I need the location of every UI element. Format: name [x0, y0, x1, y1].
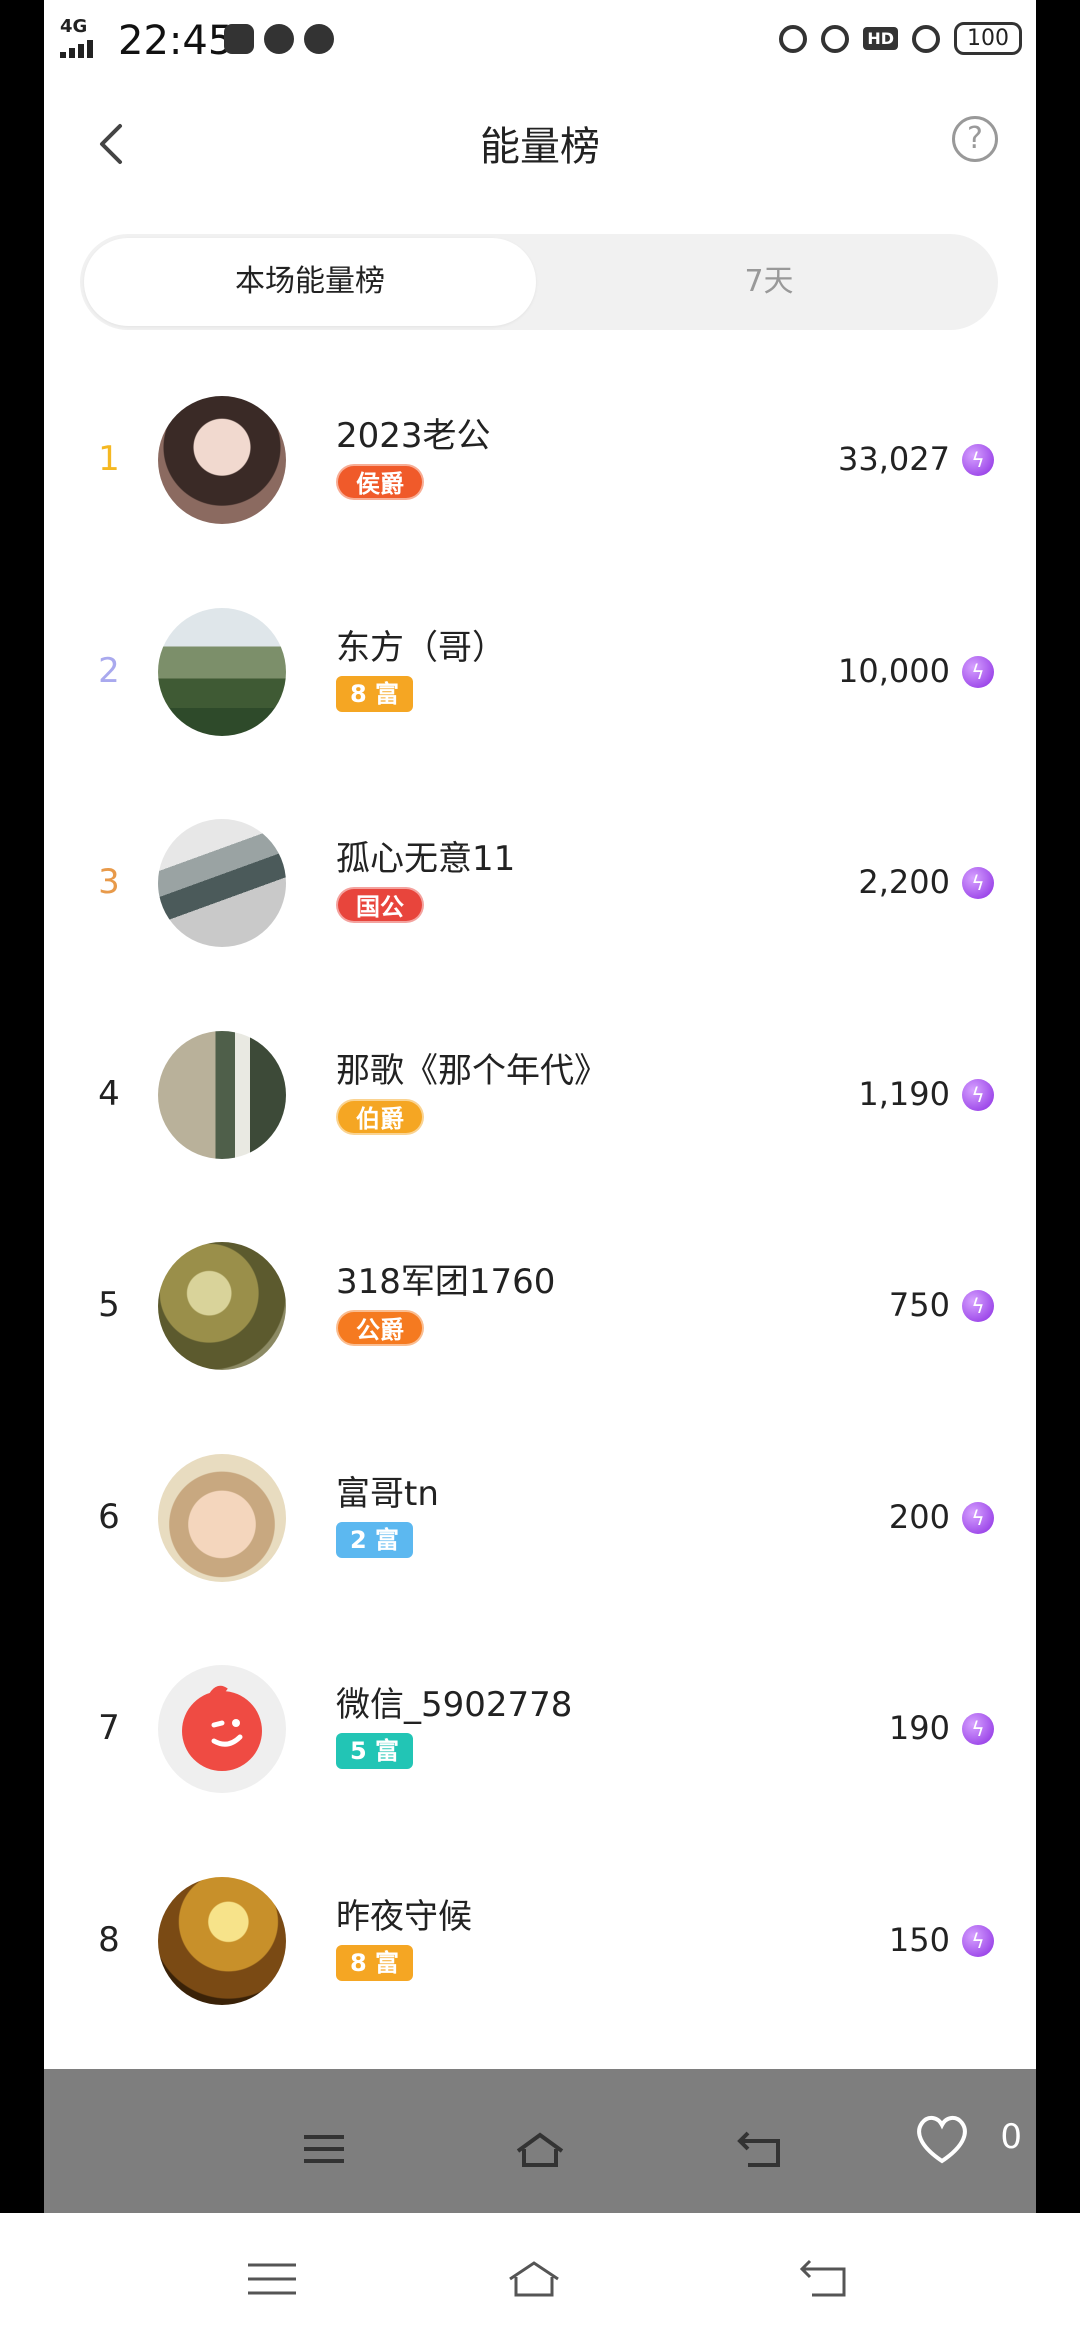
- rank-number: 1: [98, 439, 120, 479]
- avatar[interactable]: [158, 607, 286, 736]
- wealth-badge: 8 富: [336, 1944, 414, 1981]
- noble-badge: 国公: [336, 887, 424, 923]
- energy-bolt-icon: ϟ: [962, 444, 994, 476]
- avatar[interactable]: [158, 1030, 286, 1159]
- wealth-badge: 2 富: [336, 1521, 414, 1558]
- rank-number: 8: [98, 1919, 120, 1960]
- energy-bolt-icon: ϟ: [962, 867, 994, 899]
- user-name: 富哥tn: [336, 1473, 439, 1514]
- avatar[interactable]: [158, 1242, 286, 1370]
- page-title: 能量榜: [480, 124, 600, 170]
- rank-number: 4: [98, 1073, 120, 1114]
- user-name: 东方（哥）: [336, 627, 506, 668]
- energy-bolt-icon: ϟ: [962, 1501, 994, 1534]
- headphones-icon: [779, 24, 808, 53]
- rank-number: 7: [98, 1708, 120, 1748]
- help-icon[interactable]: ?: [952, 116, 998, 162]
- user-name: 318军团1760: [336, 1262, 556, 1302]
- ranking-row[interactable]: 2 东方（哥） 8 富 10,000 ϟ: [44, 606, 1036, 818]
- avatar[interactable]: [158, 1876, 286, 2005]
- system-home-icon[interactable]: [506, 2257, 562, 2301]
- hd-icon: HD: [863, 27, 898, 50]
- ranking-list: 1 2023老公 侯爵 33,027 ϟ 2 东方（哥） 8 富 10,000 …: [44, 394, 1036, 2069]
- avatar[interactable]: [158, 1665, 286, 1793]
- ranking-row[interactable]: 4 那歌《那个年代》 伯爵 1,190 ϟ: [44, 1029, 1036, 1241]
- energy-bolt-icon: ϟ: [962, 1290, 994, 1322]
- mic-icon: [821, 24, 850, 53]
- top-bar: 能量榜 ?: [44, 84, 1036, 204]
- status-bar: 4G 22:45 HD 100: [44, 0, 1036, 84]
- avatar[interactable]: [158, 1453, 286, 1582]
- energy-bolt-icon: ϟ: [962, 1924, 994, 1957]
- notification-icons: [224, 24, 334, 54]
- wealth-badge: 8 富: [336, 675, 414, 712]
- ranking-row[interactable]: 7 微信_5902778 5 富 190 ϟ: [44, 1663, 1036, 1875]
- status-right: HD 100: [779, 22, 1022, 55]
- noble-badge: 伯爵: [336, 1098, 424, 1135]
- ranking-row[interactable]: 8 昨夜守候 8 富 150 ϟ: [44, 1875, 1036, 2070]
- rank-number: 3: [98, 862, 120, 902]
- notification-app-icon: [224, 24, 254, 54]
- user-name: 昨夜守候: [336, 1896, 472, 1937]
- tab-switcher: 本场能量榜 7天: [80, 234, 998, 330]
- tab-current-session[interactable]: 本场能量榜: [84, 238, 536, 326]
- user-name: 那歌《那个年代》: [336, 1050, 608, 1091]
- system-back-icon[interactable]: [796, 2257, 852, 2301]
- energy-value: 1,190: [858, 1074, 950, 1113]
- energy-value: 2,200: [858, 863, 950, 901]
- heart-icon[interactable]: [912, 2109, 972, 2169]
- energy-bolt-icon: ϟ: [962, 1078, 994, 1111]
- wifi-icon: [912, 24, 940, 53]
- energy-value: 150: [888, 1920, 950, 1959]
- app-notification-icon: [304, 24, 334, 54]
- bottom-overlay-bar: 0: [44, 2069, 1036, 2213]
- energy-value: 190: [888, 1709, 950, 1747]
- tab-7-days[interactable]: 7天: [540, 234, 998, 330]
- rank-number: 6: [98, 1496, 120, 1537]
- signal-icon: [60, 40, 100, 58]
- default-avatar-icon: [182, 1685, 262, 1771]
- energy-value: 10,000: [838, 651, 950, 690]
- battery-indicator: 100: [954, 22, 1022, 55]
- system-navigation-bar: [0, 2213, 1080, 2340]
- ranking-row[interactable]: 6 富哥tn 2 富 200 ϟ: [44, 1452, 1036, 1664]
- phone-screen: 4G 22:45 HD 100 能量榜 ? 本场能量榜 7天 1 2023老公 …: [0, 0, 1080, 2340]
- rank-number: 5: [98, 1285, 120, 1325]
- energy-bolt-icon: ϟ: [962, 1713, 994, 1745]
- ranking-row[interactable]: 5 318军团1760 公爵 750 ϟ: [44, 1240, 1036, 1452]
- noble-badge: 侯爵: [336, 464, 424, 500]
- ranking-row[interactable]: 3 孤心无意11 国公 2,200 ϟ: [44, 817, 1036, 1029]
- status-time: 22:45: [118, 18, 234, 64]
- chat-notification-icon: [264, 24, 294, 54]
- energy-value: 200: [888, 1497, 950, 1536]
- menu-icon[interactable]: [298, 2129, 350, 2169]
- energy-value: 33,027: [838, 440, 950, 478]
- user-name: 孤心无意11: [336, 839, 516, 879]
- avatar[interactable]: [158, 819, 286, 947]
- network-indicator: 4G: [60, 16, 88, 37]
- recent-apps-icon[interactable]: [244, 2257, 300, 2301]
- noble-badge: 公爵: [336, 1310, 424, 1346]
- back-nav-icon[interactable]: [734, 2129, 786, 2169]
- user-name: 2023老公: [336, 416, 491, 456]
- ranking-row[interactable]: 1 2023老公 侯爵 33,027 ϟ: [44, 394, 1036, 606]
- wealth-badge: 5 富: [336, 1733, 414, 1769]
- home-icon[interactable]: [514, 2129, 566, 2169]
- energy-value: 750: [888, 1286, 950, 1324]
- like-count: 0: [1000, 2117, 1022, 2157]
- avatar[interactable]: [158, 396, 286, 524]
- rank-number: 2: [98, 650, 120, 691]
- energy-bolt-icon: ϟ: [962, 655, 994, 688]
- user-name: 微信_5902778: [336, 1685, 573, 1725]
- app-content: 能量榜 ? 本场能量榜 7天 1 2023老公 侯爵 33,027 ϟ 2 东方…: [44, 84, 1036, 2069]
